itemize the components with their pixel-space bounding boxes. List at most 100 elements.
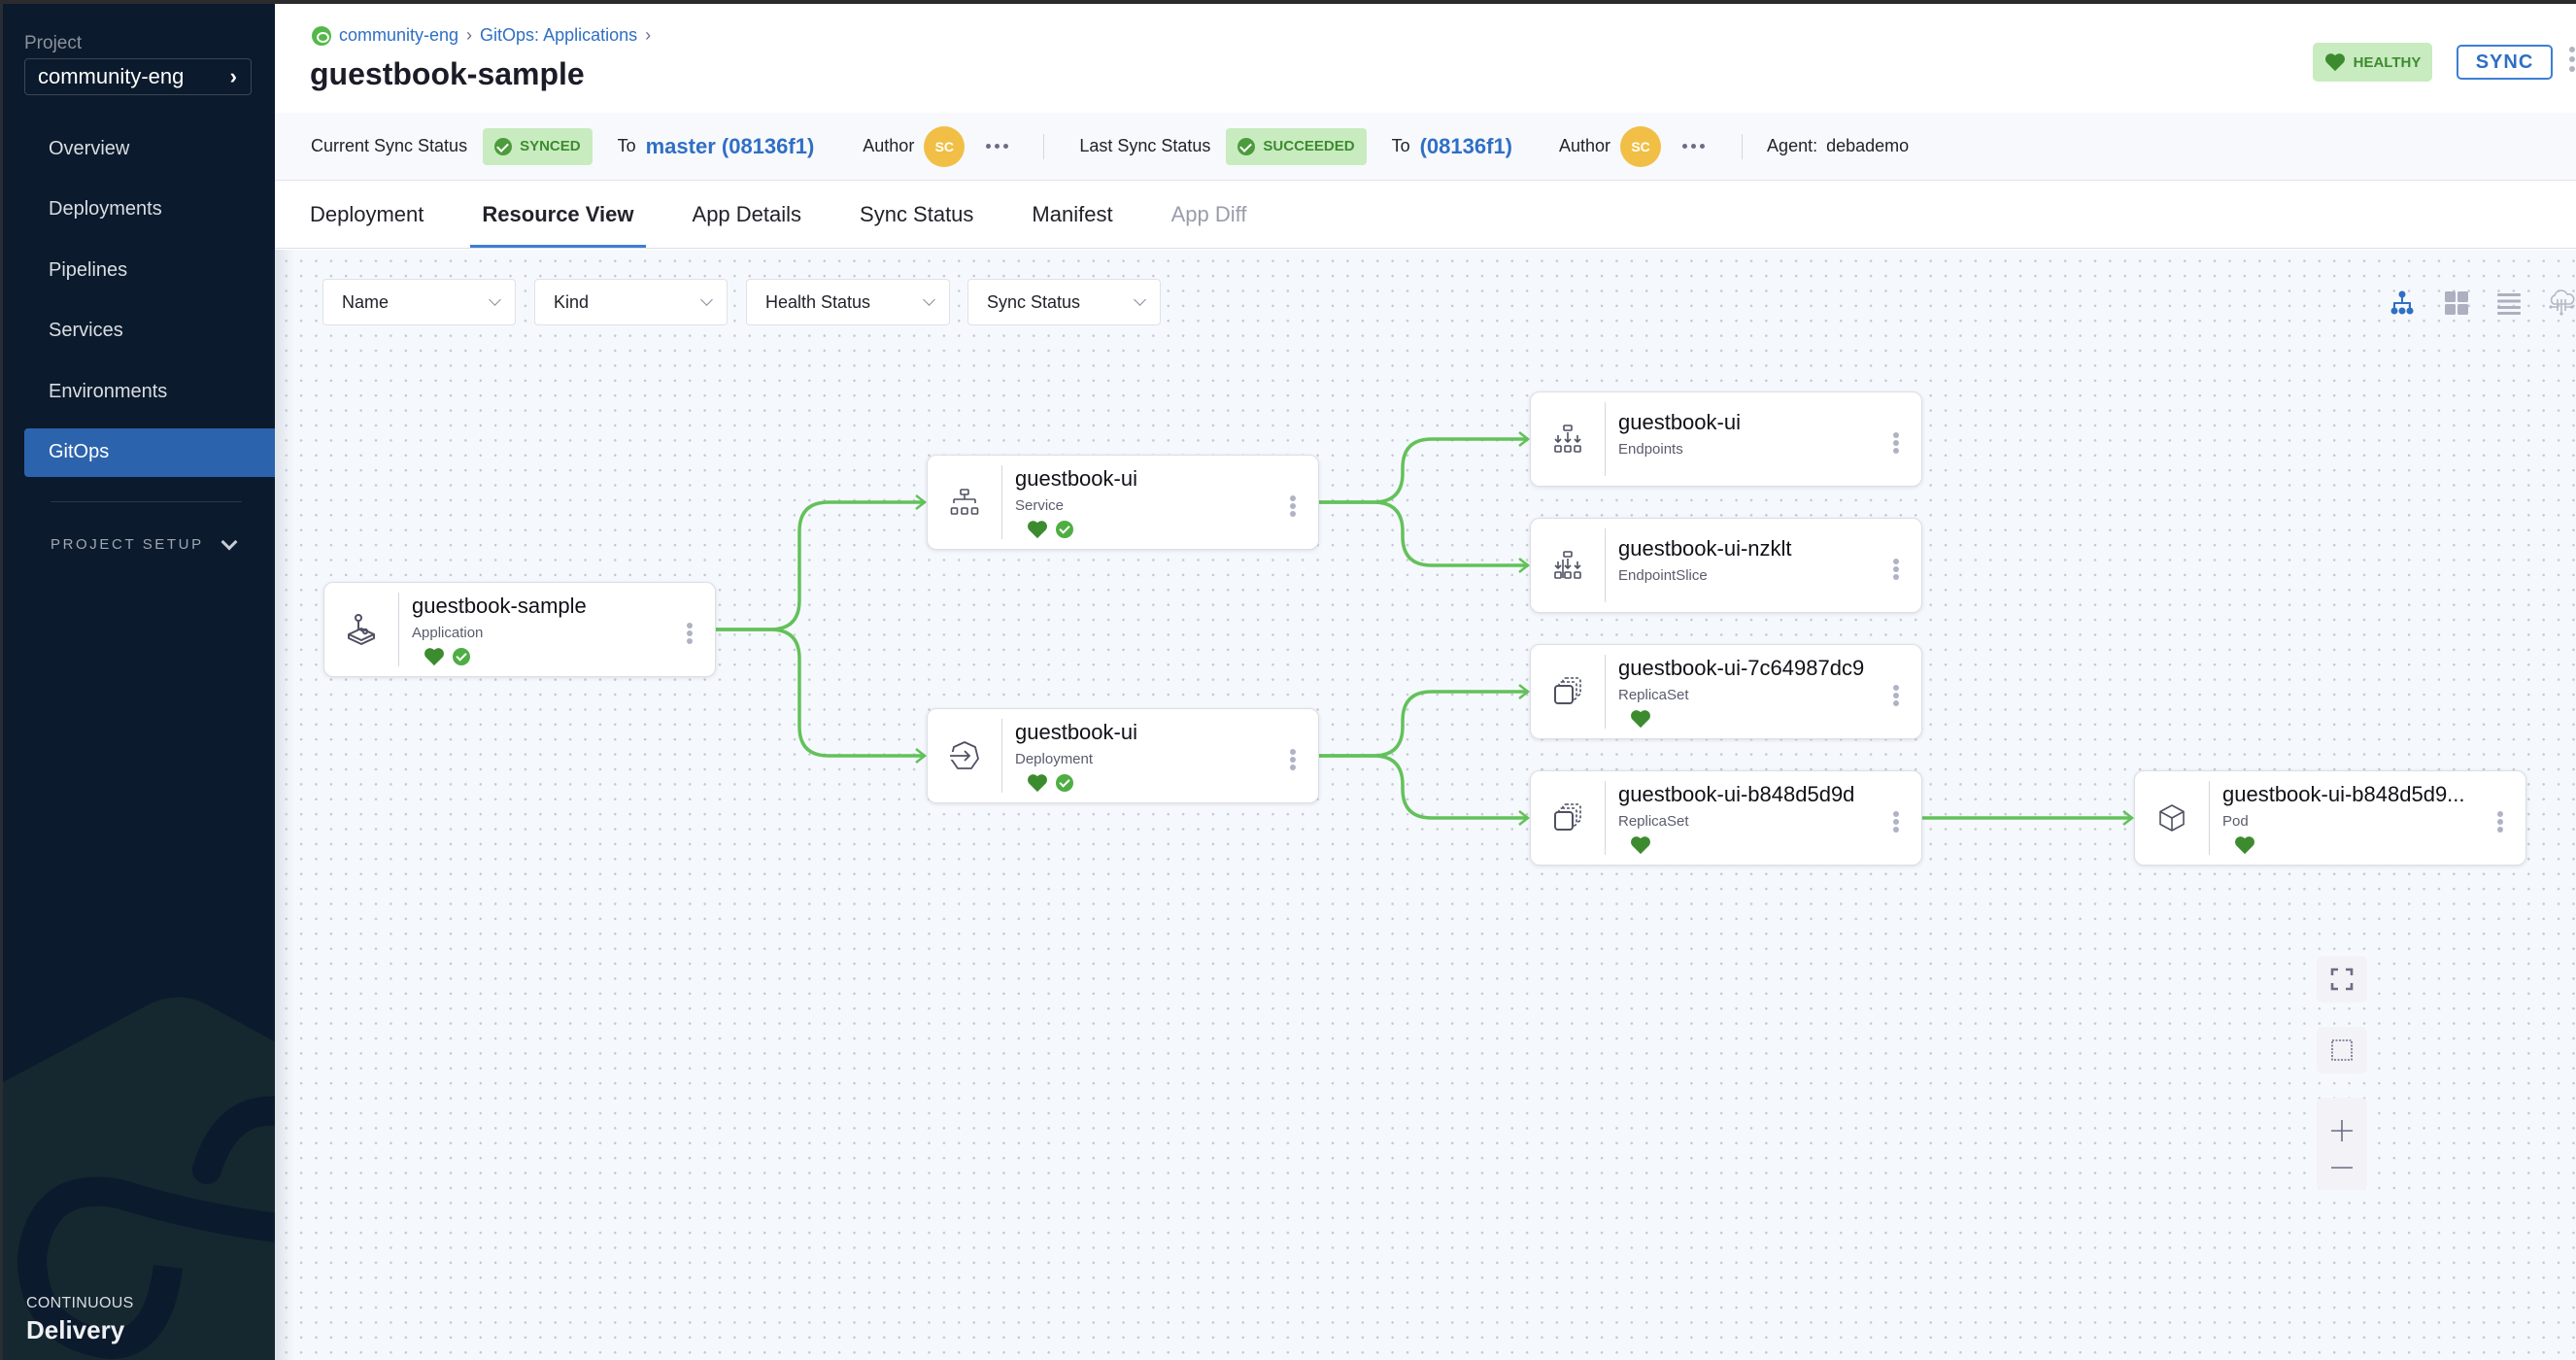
filter-health-status-label: Health Status xyxy=(765,291,871,312)
more-options-icon[interactable] xyxy=(2569,47,2576,72)
node-more-options-icon[interactable] xyxy=(2497,811,2503,833)
node-body: guestbook-ui-b848d5d9d ReplicaSet xyxy=(1606,771,1921,865)
pod-icon xyxy=(2135,771,2209,865)
node-body: guestbook-sample Application xyxy=(399,583,715,676)
sidebar-item-pipelines[interactable]: Pipelines xyxy=(24,246,275,294)
node-name: guestbook-ui xyxy=(1015,466,1137,491)
tab-app-diff[interactable]: App Diff xyxy=(1171,182,1247,248)
check-circle-icon xyxy=(1237,137,1256,155)
breadcrumb-separator-icon: › xyxy=(466,25,473,45)
filter-sync-status-label: Sync Status xyxy=(987,291,1081,312)
breadcrumb-project[interactable]: community-eng xyxy=(339,25,458,46)
node-kind: ReplicaSet xyxy=(1618,813,1689,830)
sidebar-item-overview[interactable]: Overview xyxy=(24,124,275,173)
sidebar-item-deployments[interactable]: Deployments xyxy=(24,186,275,234)
resource-node-endpoints[interactable]: guestbook-ui Endpoints xyxy=(1530,391,1922,487)
tab-app-details[interactable]: App Details xyxy=(693,182,802,248)
last-sync-label: Last Sync Status xyxy=(1079,136,1211,155)
node-kind: Application xyxy=(412,625,484,641)
project-name: community-eng xyxy=(38,64,185,88)
tab-deployment[interactable]: Deployment xyxy=(310,182,424,248)
node-body: guestbook-ui-nzklt EndpointSlice xyxy=(1606,519,1921,612)
resource-node-replicaset[interactable]: guestbook-ui-b848d5d9d ReplicaSet xyxy=(1530,770,1922,866)
replicaset-icon xyxy=(1531,645,1605,738)
resource-node-application[interactable]: guestbook-sample Application xyxy=(323,582,716,677)
healthy-heart-icon xyxy=(1028,521,1047,539)
node-kind: Deployment xyxy=(1015,751,1094,767)
breadcrumb-applications[interactable]: GitOps: Applications xyxy=(480,25,637,46)
node-name: guestbook-ui-nzklt xyxy=(1618,536,1792,561)
sidebar-nav: Overview Deployments Pipelines Services … xyxy=(24,124,275,489)
select-area-button[interactable] xyxy=(2317,1027,2367,1073)
chevron-down-icon xyxy=(489,293,501,306)
sidebar-item-services[interactable]: Services xyxy=(24,307,275,356)
node-name: guestbook-ui xyxy=(1618,410,1741,434)
tab-manifest[interactable]: Manifest xyxy=(1032,182,1112,248)
breadcrumb-separator-icon: › xyxy=(645,25,652,45)
resource-node-deployment[interactable]: guestbook-ui Deployment xyxy=(927,708,1319,803)
node-status xyxy=(1618,709,1921,729)
filter-kind[interactable]: Kind xyxy=(534,279,728,325)
grid-view-toggle[interactable] xyxy=(2442,289,2471,318)
zoom-in-icon[interactable] xyxy=(2329,1118,2355,1143)
current-sync-more-icon[interactable] xyxy=(986,144,1009,149)
healthy-heart-icon xyxy=(1028,774,1047,793)
edge-svc-ep xyxy=(1319,437,1528,504)
node-more-options-icon[interactable] xyxy=(1290,495,1296,517)
resource-graph-canvas[interactable]: Name Kind Health Status Sync Status gues… xyxy=(275,250,2576,1360)
app-window: Project community-eng › Overview Deploym… xyxy=(0,4,2576,1360)
resource-node-replicaset[interactable]: guestbook-ui-7c64987dc9 ReplicaSet xyxy=(1530,644,1922,739)
last-author-avatar[interactable]: SC xyxy=(1620,125,1662,167)
current-sync-label: Current Sync Status xyxy=(311,136,468,155)
node-more-options-icon[interactable] xyxy=(1893,559,1899,580)
list-view-icon xyxy=(2497,293,2521,315)
resource-node-service[interactable]: guestbook-ui Service xyxy=(927,455,1319,550)
filter-name[interactable]: Name xyxy=(322,279,516,325)
edge-arrowhead-icon xyxy=(1518,431,1531,447)
node-more-options-icon[interactable] xyxy=(1893,685,1899,706)
module-title: Delivery xyxy=(26,1315,125,1344)
node-more-options-icon[interactable] xyxy=(1893,811,1899,833)
node-more-options-icon[interactable] xyxy=(687,623,693,644)
current-author-avatar[interactable]: SC xyxy=(924,125,966,167)
last-sync-badge: SUCCEEDED xyxy=(1226,127,1367,165)
status-divider xyxy=(1742,133,1744,159)
last-author-label: Author xyxy=(1559,136,1611,155)
node-more-options-icon[interactable] xyxy=(1893,432,1899,454)
resource-node-endpointslice[interactable]: guestbook-ui-nzklt EndpointSlice xyxy=(1530,518,1922,613)
endpoints-icon xyxy=(1531,392,1605,486)
project-selector[interactable]: community-eng › xyxy=(24,58,252,95)
node-kind: EndpointSlice xyxy=(1618,567,1708,584)
edge-arrowhead-icon xyxy=(1518,558,1531,573)
node-name: guestbook-ui-b848d5d9... xyxy=(2222,782,2465,806)
sidebar-item-environments[interactable]: Environments xyxy=(24,367,275,416)
agent-group: Agent: debademo xyxy=(1767,136,1909,156)
healthy-heart-icon xyxy=(424,648,444,666)
fit-to-screen-button[interactable] xyxy=(2317,956,2367,1003)
node-status xyxy=(1015,773,1318,793)
last-sync-more-icon[interactable] xyxy=(1682,144,1706,149)
last-commit-link[interactable]: (08136f1) xyxy=(1420,134,1512,159)
synced-check-icon xyxy=(1056,521,1073,538)
tree-view-toggle[interactable] xyxy=(2388,289,2417,318)
node-more-options-icon[interactable] xyxy=(1290,749,1296,770)
sync-button[interactable]: SYNC xyxy=(2457,45,2553,80)
main-content: community-eng › GitOps: Applications › g… xyxy=(275,4,2576,1360)
tab-sync-status[interactable]: Sync Status xyxy=(860,182,973,248)
marquee-select-icon xyxy=(2331,1039,2353,1061)
filter-health-status[interactable]: Health Status xyxy=(746,279,950,325)
current-author-label: Author xyxy=(863,136,915,155)
filter-sync-status[interactable]: Sync Status xyxy=(967,279,1161,325)
sidebar-item-gitops[interactable]: GitOps xyxy=(24,427,275,477)
node-body: guestbook-ui Deployment xyxy=(1002,709,1318,802)
check-circle-icon xyxy=(494,137,513,155)
current-commit-link[interactable]: master (08136f1) xyxy=(646,134,815,159)
project-setup-toggle[interactable]: PROJECT SETUP xyxy=(51,533,245,553)
list-view-toggle[interactable] xyxy=(2494,289,2524,318)
project-label: Project xyxy=(24,33,83,53)
network-view-toggle[interactable] xyxy=(2547,289,2576,318)
resource-node-pod[interactable]: guestbook-ui-b848d5d9... Pod xyxy=(2134,770,2526,866)
project-logo-icon xyxy=(312,25,331,46)
tab-resource-view[interactable]: Resource View xyxy=(470,182,646,248)
zoom-out-icon[interactable] xyxy=(2329,1165,2355,1171)
